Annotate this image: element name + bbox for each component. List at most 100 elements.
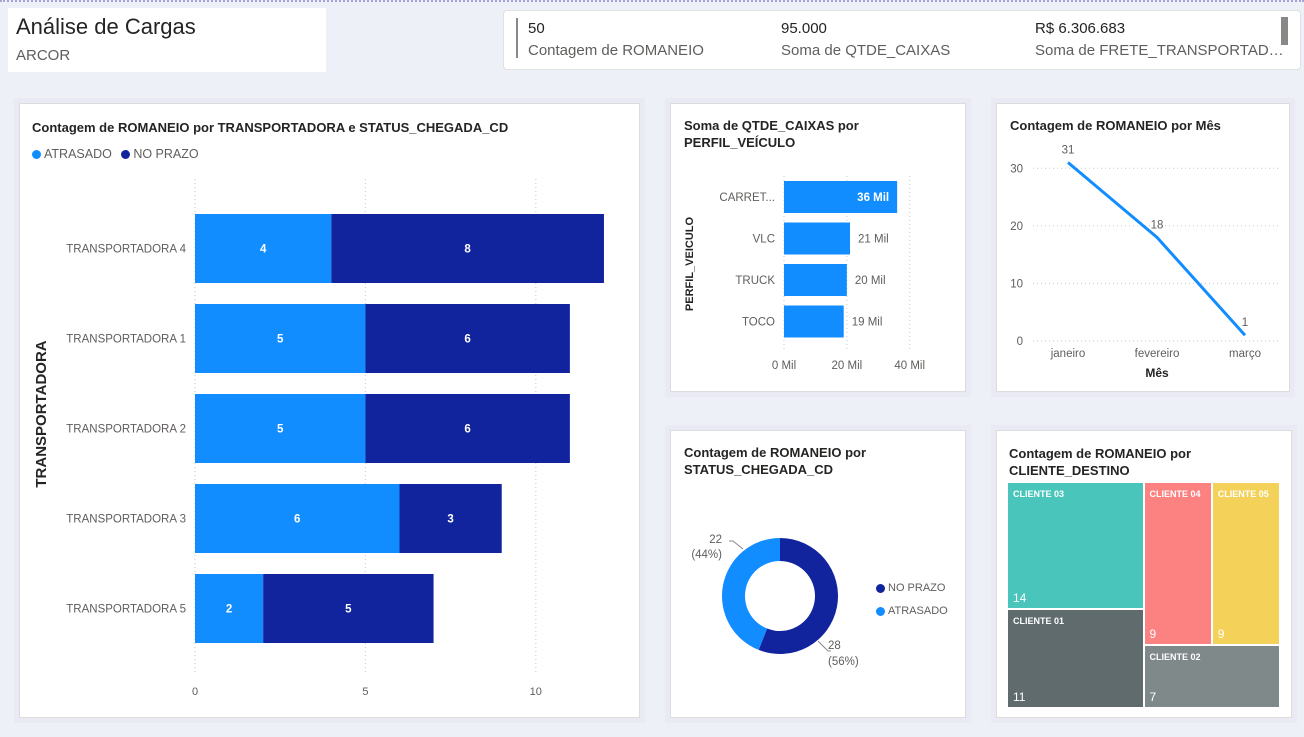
donut-chart: 28 (56%) 22 (44%) [691, 534, 859, 668]
legend-dot-icon [876, 583, 885, 593]
y-axis-title: TRANSPORTADORA [33, 340, 50, 487]
treemap-cell-value: 7 [1149, 689, 1157, 704]
data-label: 3 [447, 514, 453, 526]
kpi-card-bar[interactable]: 50 Contagem de ROMANEIO 95.000 Soma de Q… [503, 10, 1301, 70]
treemap-cell-value: 9 [1149, 626, 1157, 641]
y-tick-label: 20 [1010, 221, 1023, 233]
treemap-cell-value: 14 [1013, 590, 1027, 605]
data-label: 6 [464, 334, 470, 346]
x-tick-label: 40 Mil [894, 360, 925, 372]
tile-treemap-cliente[interactable]: Contagem de ROMANEIO por CLIENTE_DESTINO… [996, 430, 1292, 718]
data-label: 28 [828, 640, 841, 652]
page-subtitle: ARCOR [16, 47, 71, 64]
y-axis-title: PERFIL_VEICULO [684, 216, 696, 311]
leader-line [729, 540, 744, 550]
x-tick-label: 20 Mil [832, 360, 863, 372]
tile-bar-perfil[interactable]: Soma de QTDE_CAIXAS por PERFIL_VEÍCULO P… [670, 103, 966, 392]
x-tick-label: 0 Mil [772, 360, 796, 372]
data-label: 1 [1242, 317, 1248, 329]
treemap-cell[interactable]: CLIENTE 02 7 [1144, 645, 1279, 707]
x-tick-label: 10 [530, 686, 542, 698]
y-tick-label: VLC [753, 234, 775, 246]
data-label: 22 [709, 534, 722, 546]
x-tick-label: março [1229, 348, 1261, 360]
chart-title: Contagem de ROMANEIO por CLIENTE_DESTINO [1009, 446, 1192, 478]
treemap-cell-label: CLIENTE 03 [1013, 489, 1065, 499]
data-label: 18 [1151, 219, 1164, 231]
legend-item-no-prazo[interactable]: NO PRAZO [876, 577, 948, 600]
kpi-value: 50 [528, 20, 545, 37]
bar [784, 264, 847, 296]
stacked-bar-chart: 0 5 10 TRANSPORTADORA TRANSPORTADORA 4 4 8 TRAN… [33, 179, 604, 698]
y-tick-label: TRANSPORTADORA 5 [66, 604, 186, 616]
treemap-chart: CLIENTE 03 14 CLIENTE 01 11 CLIENTE 04 9 CLIEN… [1008, 483, 1281, 709]
data-label: 4 [260, 244, 267, 256]
bar [784, 222, 850, 255]
legend-label: NO PRAZO [888, 582, 946, 594]
data-label: 20 Mil [855, 275, 886, 287]
kpi-frete[interactable]: R$ 6.306.683 Soma de FRETE_TRANSPORTADOR… [1035, 20, 1291, 59]
legend-label: ATRASADO [888, 605, 948, 617]
perfil-bar-chart: PERFIL_VEICULO 0 Mil 20 Mil 40 Mil CARRET...… [684, 176, 925, 372]
y-tick-label: 30 [1010, 163, 1023, 175]
data-label: 36 Mil [857, 192, 889, 204]
treemap-cell-label: CLIENTE 04 [1149, 489, 1201, 499]
kpi-romaneio[interactable]: 50 Contagem de ROMANEIO [528, 20, 778, 59]
treemap-cell[interactable]: CLIENTE 05 9 [1212, 483, 1279, 644]
treemap-cell-label: CLIENTE 02 [1149, 651, 1201, 662]
kpi-label: Contagem de ROMANEIO [528, 42, 704, 59]
series-line [1067, 161, 1247, 337]
treemap-cell[interactable]: CLIENTE 03 14 [1008, 483, 1143, 608]
tile-donut-status[interactable]: Contagem de ROMANEIO por STATUS_CHEGADA_… [670, 430, 966, 718]
treemap-cell-value: 9 [1217, 626, 1225, 641]
y-tick-label: 10 [1010, 278, 1023, 290]
y-tick-label: TRANSPORTADORA 1 [66, 334, 186, 346]
legend-item-atrasado[interactable]: ATRASADO [876, 600, 948, 623]
bar [784, 305, 844, 338]
x-tick-label: fevereiro [1135, 348, 1180, 360]
kpi-value: 95.000 [781, 20, 827, 37]
data-label: 6 [464, 424, 470, 436]
y-tick-label: TRANSPORTADORA 4 [66, 244, 186, 256]
treemap-cell-label: CLIENTE 05 [1217, 489, 1269, 499]
data-label: 21 Mil [858, 234, 889, 246]
data-label: (44%) [691, 549, 722, 561]
data-label: 31 [1062, 145, 1075, 157]
tile-bar-transportadora[interactable]: Contagem de ROMANEIO por TRANSPORTADORA … [19, 103, 640, 718]
report-header: Análise de Cargas ARCOR [8, 8, 326, 72]
data-label: 2 [226, 604, 232, 616]
page-title: Análise de Cargas [16, 14, 196, 39]
data-label: 6 [294, 514, 300, 526]
treemap-cell[interactable]: CLIENTE 01 11 [1008, 609, 1143, 707]
legend-dot-icon [876, 606, 885, 616]
data-label: 5 [277, 424, 284, 436]
kpi-label: Soma de FRETE_TRANSPORTADORA [1035, 42, 1291, 59]
y-tick-label: TOCO [742, 317, 775, 329]
kpi-label: Soma de QTDE_CAIXAS [781, 42, 951, 59]
kpi-separator [516, 18, 518, 58]
data-label: 8 [464, 244, 471, 256]
data-label: (56%) [828, 656, 859, 668]
y-tick-label: TRANSPORTADORA 2 [66, 424, 186, 436]
treemap-cell-value: 11 [1013, 689, 1026, 704]
x-tick-label: 5 [362, 686, 368, 698]
kpi-scrollbar[interactable] [1281, 17, 1288, 45]
y-tick-label: TRUCK [735, 275, 775, 287]
data-label: 5 [345, 604, 352, 616]
y-tick-label: TRANSPORTADORA 3 [66, 514, 186, 526]
treemap-cell-label: CLIENTE 01 [1013, 615, 1065, 626]
treemap-cell[interactable]: CLIENTE 04 9 [1144, 483, 1211, 644]
top-border [0, 0, 1304, 3]
tile-line-mes[interactable]: Contagem de ROMANEIO por Mês 0 10 20 30 jane… [996, 103, 1290, 392]
x-tick-label: 0 [192, 686, 198, 698]
data-label: 19 Mil [852, 317, 883, 329]
kpi-qtde-caixas[interactable]: 95.000 Soma de QTDE_CAIXAS [781, 20, 1031, 59]
x-tick-label: janeiro [1050, 348, 1086, 360]
line-chart: 0 10 20 30 janeiro fevereiro março Mês 31 18 1 [1010, 145, 1279, 380]
kpi-value: R$ 6.306.683 [1035, 20, 1126, 37]
x-axis-title: Mês [1145, 366, 1169, 380]
data-label: 5 [277, 334, 284, 346]
y-tick-label: CARRET... [719, 192, 775, 204]
donut-legend: NO PRAZO ATRASADO [876, 577, 948, 623]
y-tick-label: 0 [1017, 336, 1023, 348]
